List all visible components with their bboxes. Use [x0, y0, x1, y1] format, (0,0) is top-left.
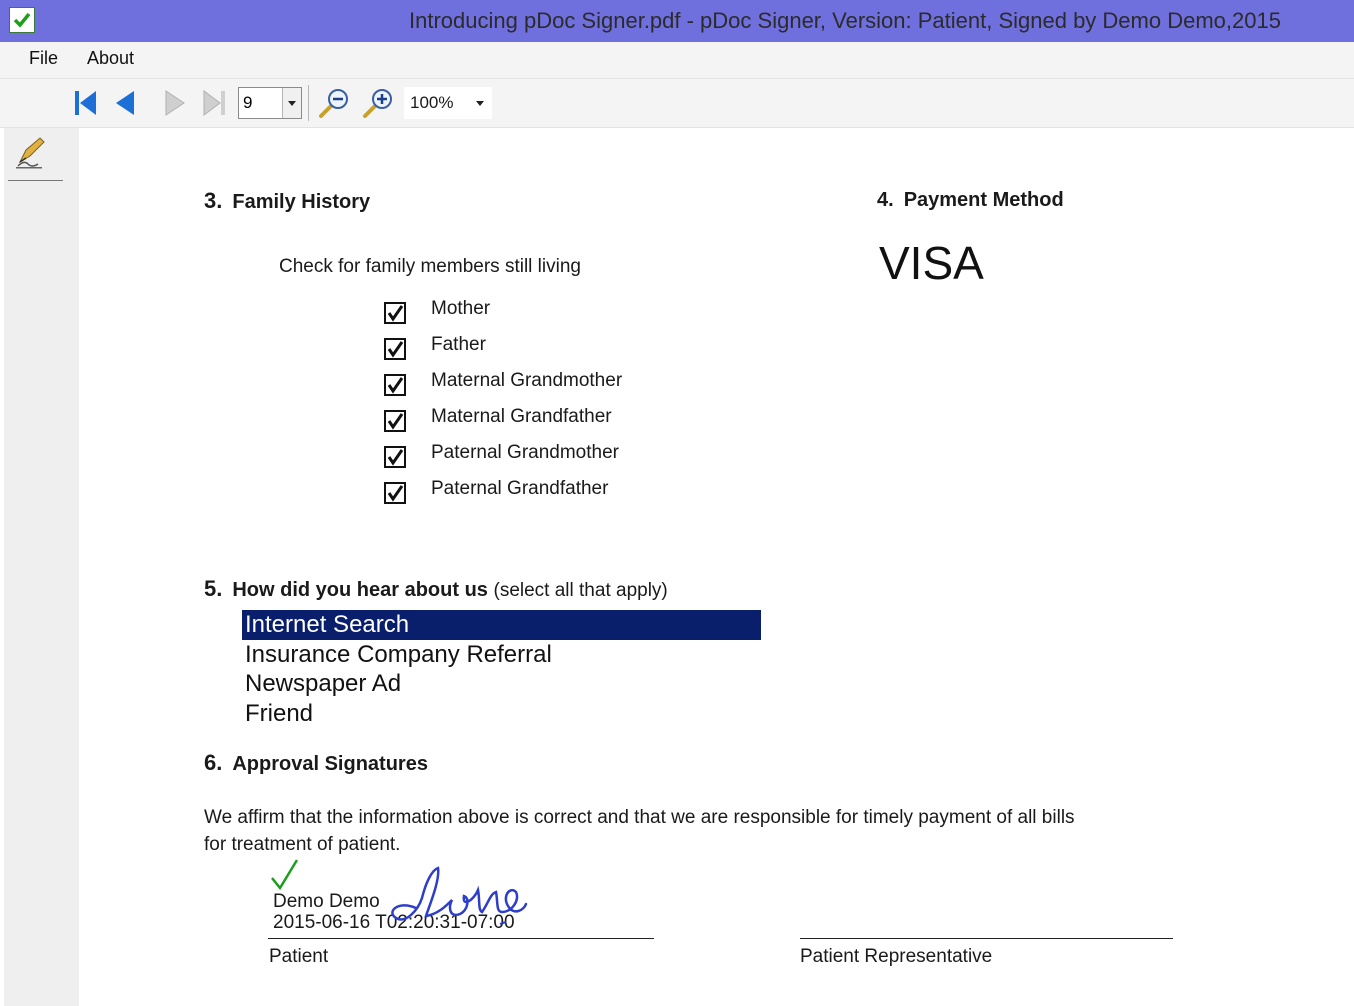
patient-signature-line: [268, 938, 654, 939]
section-family-history-heading: 3. Family History: [204, 188, 370, 214]
section-number: 6.: [204, 750, 223, 775]
menu-file[interactable]: File: [29, 48, 58, 69]
representative-label: Patient Representative: [800, 946, 993, 967]
section-number: 4.: [877, 189, 894, 211]
section-referral-heading: 5. How did you hear about us (select all …: [204, 576, 668, 602]
section-title: Payment Method: [903, 189, 1064, 211]
toolbar: 100%: [0, 79, 1354, 128]
section-subtitle: (select all that apply): [493, 580, 668, 601]
section-title: Approval Signatures: [232, 753, 428, 775]
list-item[interactable]: Insurance Company Referral: [242, 640, 761, 670]
section-title: Family History: [232, 191, 371, 213]
page-number-input[interactable]: [243, 92, 279, 114]
list-item[interactable]: Friend: [242, 699, 761, 729]
chevron-down-icon[interactable]: [474, 97, 486, 109]
zoom-level-value: 100%: [410, 93, 454, 112]
left-tool-panel: [4, 128, 79, 1006]
pen-sign-icon[interactable]: [14, 134, 50, 170]
checkbox[interactable]: [384, 338, 406, 360]
representative-signature-line: [800, 938, 1173, 939]
referral-listbox[interactable]: Internet Search Insurance Company Referr…: [242, 610, 761, 728]
zoom-level-select[interactable]: 100%: [404, 87, 492, 119]
approval-statement-line1: We affirm that the information above is …: [204, 807, 1075, 828]
checkbox-label: Paternal Grandmother: [431, 442, 619, 463]
list-item[interactable]: Internet Search: [242, 610, 761, 640]
last-page-icon[interactable]: [198, 85, 232, 121]
menu-about[interactable]: About: [87, 48, 134, 69]
menu-bar: File About: [0, 42, 1354, 79]
section-payment-heading: 4. Payment Method: [877, 189, 1064, 212]
checkbox[interactable]: [384, 374, 406, 396]
prev-page-icon[interactable]: [108, 85, 142, 121]
green-check-icon: [270, 858, 300, 892]
checkbox-label: Mother: [431, 298, 491, 319]
checkbox-label: Maternal Grandmother: [431, 370, 623, 391]
checkbox-label: Father: [431, 334, 486, 355]
next-page-icon[interactable]: [158, 85, 192, 121]
handwritten-signature[interactable]: [378, 860, 538, 940]
first-page-icon[interactable]: [70, 85, 104, 121]
checkbox[interactable]: [384, 482, 406, 504]
checkbox[interactable]: [384, 446, 406, 468]
payment-method-value[interactable]: VISA: [879, 236, 984, 290]
window-title: Introducing pDoc Signer.pdf - pDoc Signe…: [409, 8, 1281, 33]
page-number-select[interactable]: [238, 87, 302, 119]
green-check-icon: [9, 7, 35, 33]
checkbox-label: Paternal Grandfather: [431, 478, 609, 499]
toolbar-separator: [308, 85, 309, 121]
section-approval-heading: 6. Approval Signatures: [204, 750, 428, 776]
checkbox[interactable]: [384, 410, 406, 432]
signer-name: Demo Demo: [273, 891, 380, 912]
list-item[interactable]: Newspaper Ad: [242, 669, 761, 699]
zoom-out-icon[interactable]: [316, 85, 350, 121]
section-number: 5.: [204, 576, 223, 601]
sidebar-divider: [8, 180, 63, 181]
checkbox[interactable]: [384, 302, 406, 324]
section-title: How did you hear about us: [232, 579, 488, 601]
chevron-down-icon[interactable]: [282, 88, 301, 118]
family-history-instruction: Check for family members still living: [279, 256, 581, 277]
patient-label: Patient: [269, 946, 329, 967]
title-bar: Introducing pDoc Signer.pdf - pDoc Signe…: [0, 0, 1354, 42]
approval-statement-line2: for treatment of patient.: [204, 834, 401, 855]
section-number: 3.: [204, 188, 223, 213]
zoom-in-icon[interactable]: [360, 85, 394, 121]
checkbox-label: Maternal Grandfather: [431, 406, 612, 427]
